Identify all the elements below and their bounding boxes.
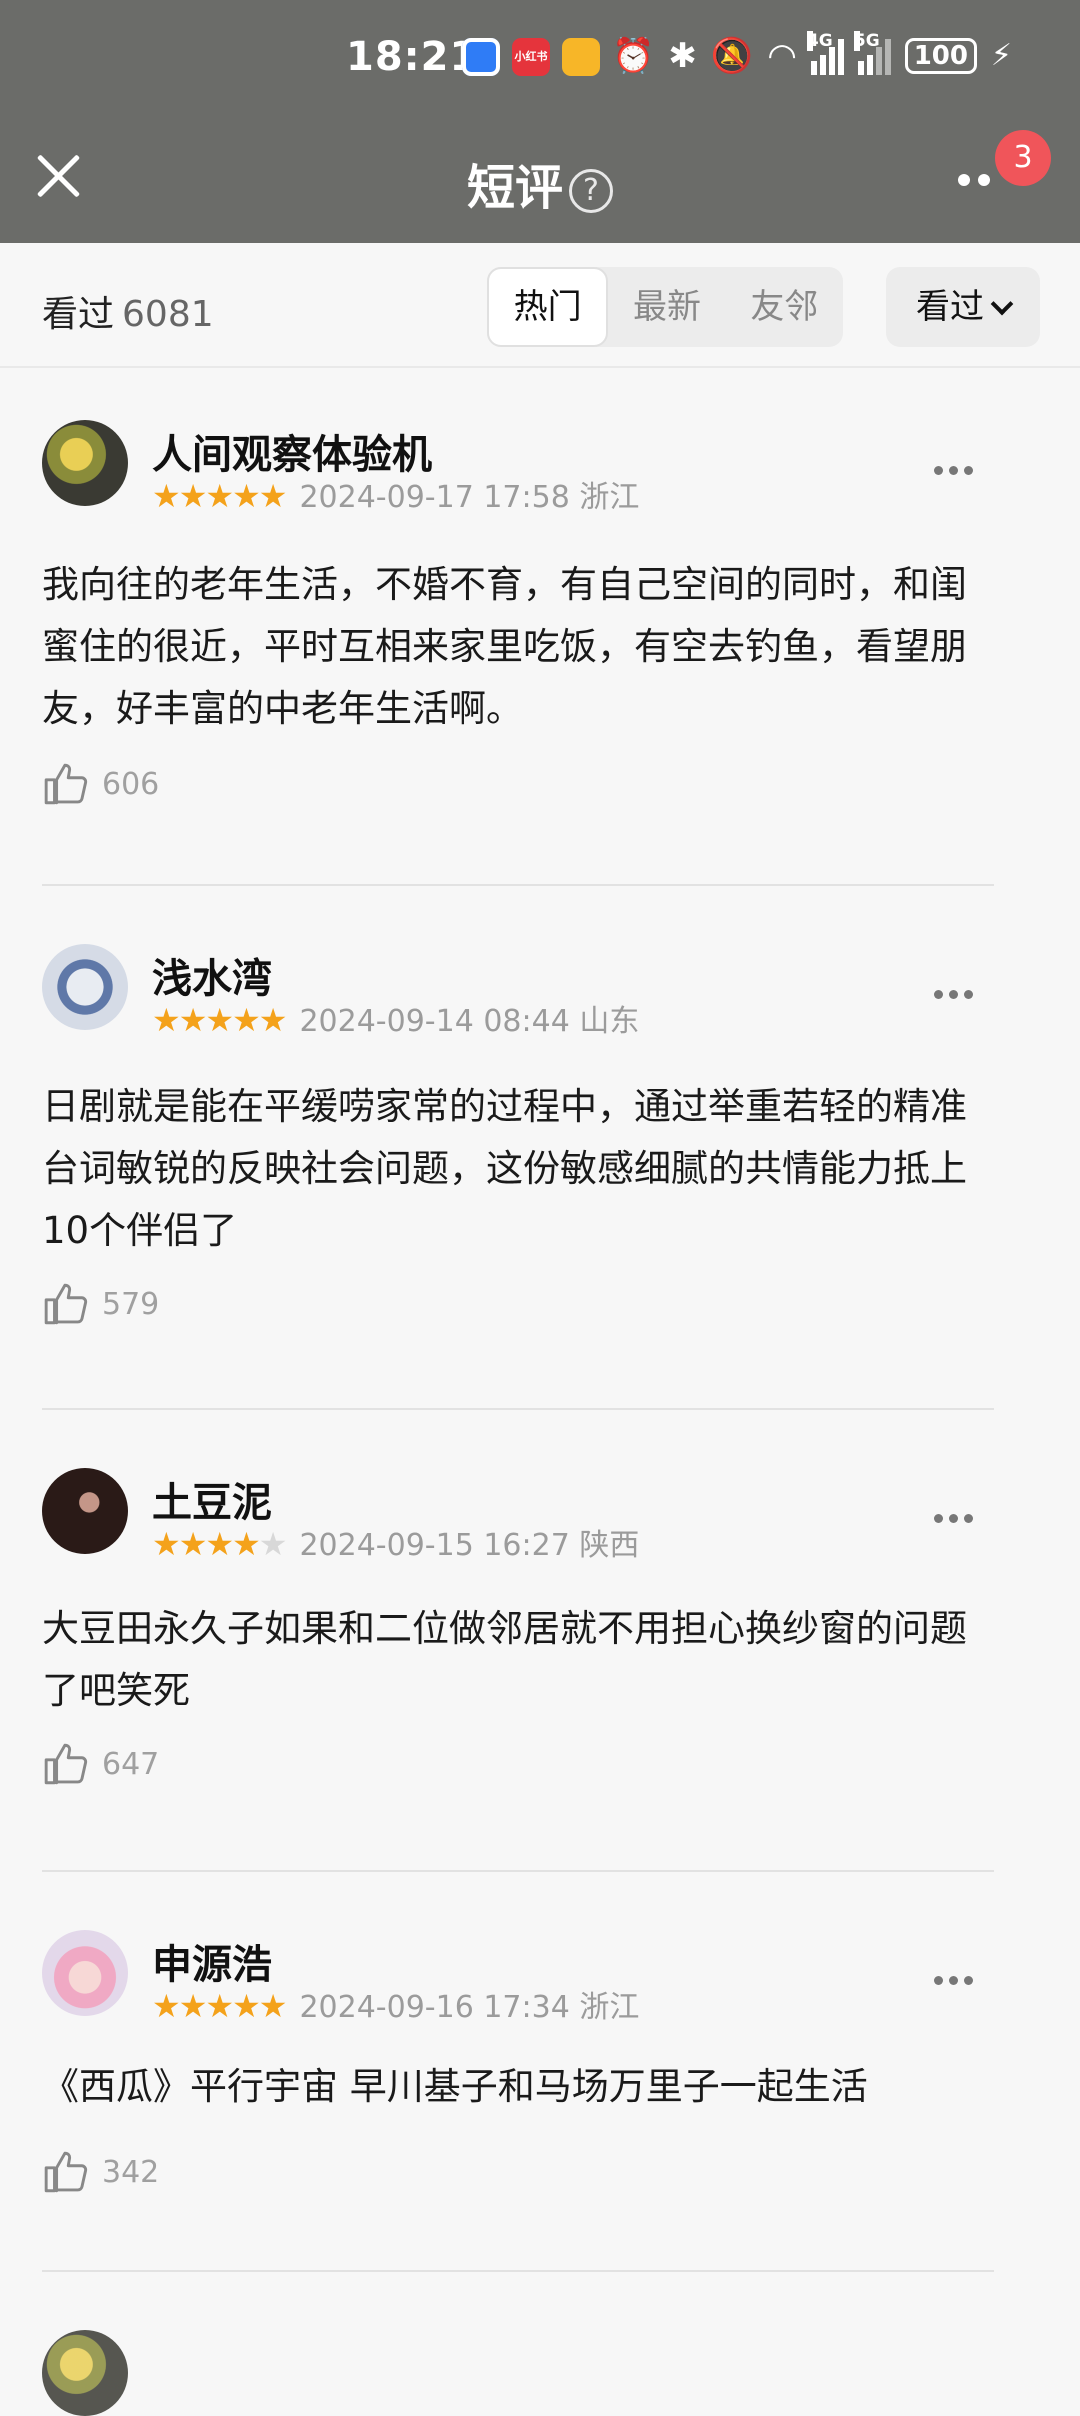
star-filled-icon: ★: [152, 477, 181, 515]
review-meta: ★★★★★ 2024-09-15 16:27 陕西: [152, 1520, 639, 1564]
charging-icon: ⚡: [990, 38, 1012, 73]
rating-stars: ★★★★★: [152, 1525, 288, 1563]
mute-bell-icon: 🔕: [710, 36, 754, 76]
help-icon[interactable]: ?: [569, 169, 613, 213]
page-title: 短评?: [0, 148, 1080, 218]
review-item: [42, 2272, 994, 2416]
signal-5g-icon: 5G: [853, 31, 891, 75]
review-list: 人间观察体验机 ★★★★★ 2024-09-17 17:58 浙江 我向往的老年生…: [0, 370, 1080, 2416]
nav-bar: 短评? 3: [0, 120, 1080, 243]
thumbs-up-icon: [44, 1283, 88, 1325]
star-filled-icon: ★: [205, 1987, 234, 2025]
star-filled-icon: ★: [258, 1001, 288, 1039]
bluetooth-icon: ✱: [668, 36, 697, 76]
star-filled-icon: ★: [232, 1525, 261, 1563]
seen-count: 看过 6081: [42, 285, 214, 337]
star-filled-icon: ★: [205, 477, 234, 515]
review-meta: ★★★★★ 2024-09-16 17:34 浙江: [152, 1982, 639, 2026]
thumbs-up-icon: [44, 2151, 88, 2193]
review-meta: ★★★★★ 2024-09-14 08:44 山东: [152, 996, 639, 1040]
like-count: 579: [102, 1286, 160, 1322]
seen-label: 看过: [42, 294, 115, 335]
signal-4g-icon: 4G: [806, 31, 844, 75]
star-filled-icon: ★: [152, 1525, 181, 1563]
review-location: 浙江: [579, 480, 640, 515]
chevron-down-icon: [990, 292, 1014, 316]
review-item: 人间观察体验机 ★★★★★ 2024-09-17 17:58 浙江 我向往的老年生…: [42, 370, 994, 886]
review-more-button[interactable]: [934, 1970, 982, 1985]
seen-number: 6081: [122, 294, 214, 335]
review-text: 《西瓜》平行宇宙 早川基子和马场万里子一起生活: [42, 2065, 868, 2108]
system-icons: ⏰ ✱ 🔕 ◠ 4G 5G 100 ⚡: [612, 31, 1012, 78]
star-filled-icon: ★: [205, 1525, 234, 1563]
notification-badge: 3: [995, 130, 1051, 186]
review-item: 浅水湾 ★★★★★ 2024-09-14 08:44 山东 日剧就是能在平缓唠家常…: [42, 886, 994, 1410]
filter-bar: 看过 6081 热门 最新 友邻 看过: [0, 243, 1080, 368]
review-date: 2024-09-16 17:34: [299, 1990, 570, 2025]
rating-stars: ★★★★★: [152, 477, 288, 515]
avatar[interactable]: [42, 1930, 128, 2016]
tab-latest[interactable]: 最新: [608, 267, 725, 347]
thumbs-up-icon: [44, 763, 88, 805]
notification-icons: 小红书: [462, 38, 600, 76]
sort-tabs: 热门 最新 友邻: [487, 267, 843, 347]
page-title-text: 短评: [466, 160, 563, 216]
avatar[interactable]: [42, 420, 128, 506]
review-item: 土豆泥 ★★★★★ 2024-09-15 16:27 陕西 大豆田永久子如果和二位…: [42, 1410, 994, 1872]
avatar[interactable]: [42, 2330, 128, 2416]
star-filled-icon: ★: [258, 1987, 288, 2025]
rating-stars: ★★★★★: [152, 1001, 288, 1039]
star-empty-icon: ★: [258, 1525, 288, 1563]
review-location: 山东: [579, 1004, 640, 1039]
like-button[interactable]: 342: [42, 2144, 159, 2200]
review-date: 2024-09-15 16:27: [299, 1528, 570, 1563]
star-filled-icon: ★: [178, 1001, 208, 1039]
review-item: 申源浩 ★★★★★ 2024-09-16 17:34 浙江 《西瓜》平行宇宙 早川…: [42, 1872, 994, 2272]
review-location: 陕西: [579, 1528, 640, 1563]
like-button[interactable]: 579: [42, 1276, 159, 1332]
review-text: 大豆田永久子如果和二位做邻居就不用担心换纱窗的问题了吧笑死: [42, 1607, 967, 1712]
top-bar: 18:21 小红书 ⏰ ✱ 🔕 ◠ 4G 5G 100 ⚡ 短评? 3: [0, 0, 1080, 243]
status-bar: 18:21 小红书 ⏰ ✱ 🔕 ◠ 4G 5G 100 ⚡: [0, 0, 1080, 120]
star-filled-icon: ★: [258, 477, 288, 515]
star-filled-icon: ★: [232, 1001, 261, 1039]
dropdown-label: 看过: [916, 287, 984, 327]
like-count: 606: [102, 766, 160, 802]
star-filled-icon: ★: [152, 1987, 181, 2025]
tab-friends[interactable]: 友邻: [726, 267, 843, 347]
avatar[interactable]: [42, 944, 128, 1030]
seen-filter-dropdown[interactable]: 看过: [886, 267, 1040, 347]
review-more-button[interactable]: [934, 984, 982, 999]
star-filled-icon: ★: [178, 1987, 208, 2025]
review-text: 日剧就是能在平缓唠家常的过程中，通过举重若轻的精准台词敏锐的反映社会问题，这份敏…: [42, 1085, 967, 1252]
star-filled-icon: ★: [205, 1001, 234, 1039]
star-filled-icon: ★: [152, 1001, 181, 1039]
like-count: 342: [102, 2154, 160, 2190]
like-button[interactable]: 606: [42, 756, 159, 812]
thumbs-up-icon: [44, 1743, 88, 1785]
alarm-icon: ⏰: [612, 36, 655, 76]
star-filled-icon: ★: [178, 1525, 208, 1563]
review-meta: ★★★★★ 2024-09-17 17:58 浙江: [152, 472, 639, 516]
review-more-button[interactable]: [934, 460, 982, 475]
xiaohongshu-app-icon: 小红书: [512, 38, 550, 76]
rating-stars: ★★★★★: [152, 1987, 288, 2025]
chick-app-icon: [562, 38, 600, 76]
star-filled-icon: ★: [232, 1987, 261, 2025]
browser-app-icon: [462, 38, 500, 76]
tab-hot[interactable]: 热门: [487, 267, 609, 347]
review-date: 2024-09-14 08:44: [299, 1004, 570, 1039]
star-filled-icon: ★: [178, 477, 208, 515]
like-count: 647: [102, 1746, 160, 1782]
review-location: 浙江: [579, 1990, 640, 2025]
battery-indicator: 100: [904, 38, 977, 74]
avatar[interactable]: [42, 1468, 128, 1554]
wifi-icon: ◠: [767, 36, 797, 76]
like-button[interactable]: 647: [42, 1736, 159, 1792]
review-date: 2024-09-17 17:58: [299, 480, 570, 515]
review-more-button[interactable]: [934, 1508, 982, 1523]
status-time: 18:21: [346, 34, 479, 80]
star-filled-icon: ★: [232, 477, 261, 515]
review-text: 我向往的老年生活，不婚不育，有自己空间的同时，和闺蜜住的很近，平时互相来家里吃饭…: [42, 563, 967, 730]
